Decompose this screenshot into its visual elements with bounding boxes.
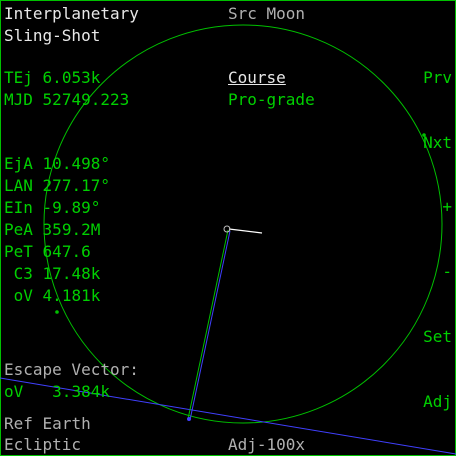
param-lan: LAN 277.17° <box>4 175 110 197</box>
param-label: EjA <box>4 154 33 173</box>
param-label: LAN <box>4 176 33 195</box>
tej-readout: TEj 6.053k <box>4 67 100 89</box>
course-value: Pro-grade <box>228 90 315 109</box>
ref-value: Earth <box>42 414 91 433</box>
escape-value: 3.384k <box>52 382 110 401</box>
param-ein: EIn -9.89° <box>4 197 100 219</box>
param-label: oV <box>4 286 33 305</box>
reference-frame: Ecliptic <box>4 435 82 454</box>
orbit-marker-left <box>55 310 59 314</box>
param-ov: oV 4.181k <box>4 285 101 307</box>
param-label: PeT <box>4 242 33 261</box>
escape-vector-heading: Escape Vector: <box>4 360 139 379</box>
param-label: EIn <box>4 198 33 217</box>
param-value: -9.89° <box>42 198 101 217</box>
escape-vector-readout: oV 3.384k <box>4 381 110 403</box>
prograde-marker <box>228 228 263 234</box>
param-value: 10.498° <box>42 154 110 173</box>
param-eja: EjA 10.498° <box>4 153 110 175</box>
ejection-radius-line <box>187 229 229 420</box>
adjust-step: Adj-100x <box>228 435 306 454</box>
softkey-prev[interactable]: Prv <box>423 67 452 89</box>
ref-label: Ref <box>4 414 33 433</box>
param-value: 359.2M <box>42 220 101 239</box>
softkey-minus[interactable]: - <box>442 261 452 283</box>
softkey-set[interactable]: Set <box>423 326 452 348</box>
param-pea: PeA 359.2M <box>4 219 100 241</box>
param-value: 17.48k <box>42 264 101 283</box>
mjd-value: 52749.223 <box>42 90 130 109</box>
softkey-adjust[interactable]: Adj <box>423 391 452 413</box>
source-body: Src Moon <box>228 4 306 23</box>
tej-value: 6.053k <box>42 68 101 87</box>
mfd-title-line2: Sling-Shot <box>4 26 101 45</box>
param-value: 647.6 <box>42 242 91 261</box>
tej-label: TEj <box>4 68 33 87</box>
course-heading: Course <box>228 68 286 87</box>
mjd-readout: MJD 52749.223 <box>4 89 129 111</box>
velocity-line <box>189 230 231 421</box>
softkey-next[interactable]: Nxt <box>423 132 452 154</box>
param-value: 4.181k <box>42 286 101 305</box>
mjd-label: MJD <box>4 90 33 109</box>
mfd-title-line1: Interplanetary <box>4 4 139 23</box>
reference-body: Ref Earth <box>4 413 91 435</box>
softkey-plus[interactable]: + <box>442 196 452 218</box>
ejection-point <box>187 417 191 421</box>
param-pet: PeT 647.6 <box>4 241 91 263</box>
param-label: PeA <box>4 220 33 239</box>
param-value: 277.17° <box>42 176 110 195</box>
escape-label: oV <box>4 382 24 401</box>
param-c3: C3 17.48k <box>4 263 101 285</box>
param-label: C3 <box>4 264 33 283</box>
